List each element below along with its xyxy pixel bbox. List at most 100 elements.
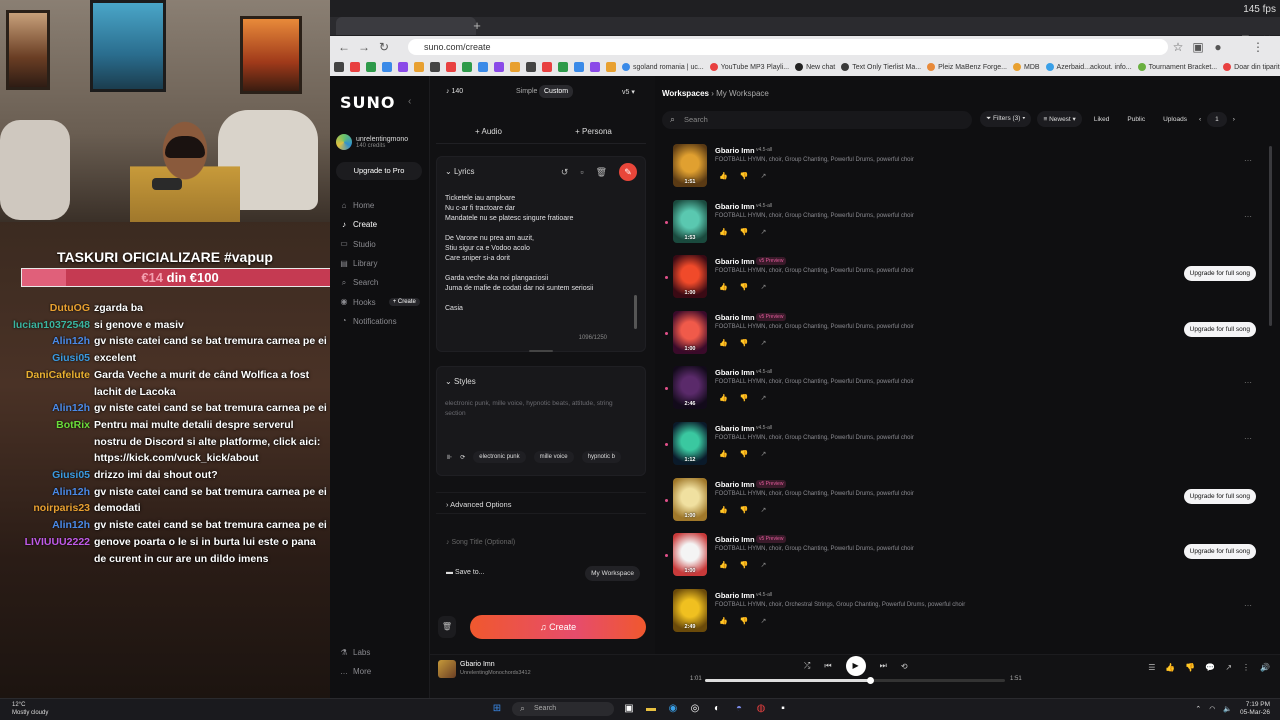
bookmark-favicon-icon[interactable] bbox=[542, 62, 552, 72]
styles-input[interactable]: electronic punk, mille voice, hypnotic b… bbox=[445, 399, 625, 419]
sidebar-item-home[interactable]: ⌂ Home bbox=[340, 196, 420, 215]
bookmark-favicon-icon[interactable] bbox=[382, 62, 392, 72]
like-icon[interactable]: 👍 bbox=[719, 394, 728, 402]
bookmark-favicon-icon[interactable] bbox=[510, 62, 520, 72]
bookmark-favicon-icon[interactable] bbox=[494, 62, 504, 72]
song-row[interactable]: 1:53 Gbario Imn v4.5-all FOOTBALL HYMN, cho… bbox=[655, 199, 1280, 256]
bookmark-favicon-icon[interactable] bbox=[446, 62, 456, 72]
share-icon[interactable]: ↗ bbox=[760, 506, 766, 514]
chat-username[interactable]: Alin12h bbox=[10, 484, 90, 501]
bookmark-item[interactable]: Text Only Tierlist Ma... bbox=[841, 63, 921, 71]
save-to-row[interactable]: ▬ Save to... My Workspace bbox=[436, 562, 646, 584]
more-icon[interactable]: ⋮ bbox=[1242, 663, 1250, 672]
advanced-options-toggle[interactable]: › Advanced Options bbox=[436, 492, 646, 514]
expand-icon[interactable]: ▫ bbox=[580, 167, 583, 177]
shuffle-icon[interactable]: ⤮ bbox=[804, 661, 810, 671]
upgrade-full-song-button[interactable]: Upgrade for full song bbox=[1183, 266, 1256, 282]
more-options-icon[interactable]: ⋯ bbox=[1244, 156, 1252, 165]
song-title[interactable]: Gbario Imn bbox=[715, 257, 755, 266]
more-options-icon[interactable]: ⋯ bbox=[1244, 434, 1252, 443]
queue-icon[interactable]: ☰ bbox=[1148, 663, 1155, 672]
chrome-icon[interactable]: ◉ bbox=[666, 702, 680, 716]
song-cover[interactable]: 1:00 bbox=[673, 477, 707, 521]
dislike-icon[interactable]: 👎 bbox=[740, 228, 749, 236]
filters-button[interactable]: ⏷ Filters (3) ▾ bbox=[980, 111, 1032, 127]
upgrade-full-song-button[interactable]: Upgrade for full song bbox=[1183, 544, 1256, 560]
song-cover[interactable]: 2:46 bbox=[673, 366, 707, 410]
bookmark-item[interactable]: YouTube MP3 Playli... bbox=[709, 63, 789, 71]
bookmark-favicon-icon[interactable] bbox=[558, 62, 568, 72]
bookmark-favicon-icon[interactable] bbox=[334, 62, 344, 72]
dislike-icon[interactable]: 👎 bbox=[740, 506, 749, 514]
obs-icon[interactable]: ◐ bbox=[710, 702, 724, 716]
weather-widget[interactable]: 12°C Mostly cloudy bbox=[12, 701, 48, 717]
song-title[interactable]: Gbario Imn bbox=[715, 202, 755, 211]
more-options-icon[interactable]: ⋯ bbox=[1244, 601, 1252, 610]
sidebar-item-notifications[interactable]: ◔ Notifications bbox=[340, 312, 420, 331]
extensions-icon[interactable]: ▣ bbox=[1190, 39, 1206, 55]
lyrics-scrollbar[interactable] bbox=[634, 295, 637, 329]
style-chip[interactable]: mille voice bbox=[533, 451, 574, 463]
lyrics-textarea[interactable]: Ticketele iau amploare Nu c-ar fi tracto… bbox=[445, 194, 625, 314]
sidebar-item-studio[interactable]: ▭ Studio bbox=[340, 235, 420, 254]
chat-username[interactable]: DaniCafelute bbox=[10, 367, 90, 400]
create-button[interactable]: ♫ Create bbox=[470, 615, 646, 639]
bookmark-item[interactable]: Tournament Bracket... bbox=[1137, 63, 1217, 71]
like-icon[interactable]: 👍 bbox=[719, 283, 728, 291]
chat-username[interactable]: LIVIUUU2222 bbox=[10, 534, 90, 567]
more-options-icon[interactable]: ⋯ bbox=[1244, 212, 1252, 221]
chat-username[interactable]: Alin12h bbox=[10, 333, 90, 350]
mode-custom-tab[interactable]: Custom bbox=[539, 85, 574, 98]
bookmark-favicon-icon[interactable] bbox=[366, 62, 376, 72]
collapse-sidebar-icon[interactable]: ‹ bbox=[408, 96, 411, 107]
start-icon[interactable]: ⊞ bbox=[490, 702, 504, 716]
undo-icon[interactable]: ↺ bbox=[561, 167, 569, 178]
song-row[interactable]: 2:46 Gbario Imn v4.5-all FOOTBALL HYMN, cho… bbox=[655, 366, 1280, 422]
mode-simple-tab[interactable]: Simple bbox=[516, 88, 537, 95]
lyrics-header[interactable]: ⌄ Lyrics bbox=[445, 167, 475, 176]
bookmark-item[interactable]: MDB bbox=[1012, 63, 1040, 71]
song-cover[interactable]: 1:00 bbox=[673, 533, 707, 577]
file-explorer-icon[interactable]: ▬ bbox=[644, 702, 658, 716]
player-progress-knob[interactable] bbox=[867, 677, 874, 684]
like-icon[interactable]: 👍 bbox=[719, 228, 728, 236]
sidebar-item-create[interactable]: ♪ Create bbox=[340, 215, 420, 234]
add-audio-button[interactable]: + Audio bbox=[436, 122, 541, 143]
next-page-icon[interactable]: › bbox=[1233, 116, 1235, 123]
discord-icon[interactable]: ◓ bbox=[732, 702, 746, 716]
song-row[interactable]: 1:00 Gbario Imn v5 Preview FOOTBALL HYMN, c… bbox=[655, 310, 1280, 367]
song-row[interactable]: 1:00 Gbario Imn v5 Preview FOOTBALL HYMN, c… bbox=[655, 533, 1280, 589]
steam-icon[interactable]: ◎ bbox=[688, 702, 702, 716]
upgrade-full-song-button[interactable]: Upgrade for full song bbox=[1183, 321, 1256, 337]
liked-filter[interactable]: Liked bbox=[1088, 112, 1116, 127]
chat-username[interactable]: Alin12h bbox=[10, 517, 90, 534]
share-icon[interactable]: ↗ bbox=[760, 228, 766, 236]
uploads-filter[interactable]: Uploads bbox=[1157, 112, 1193, 127]
app-icon[interactable]: ◍ bbox=[754, 702, 768, 716]
bookmark-favicon-icon[interactable] bbox=[462, 62, 472, 72]
sidebar-item-labs[interactable]: ⚗ Labs bbox=[340, 643, 371, 662]
like-icon[interactable]: 👍 bbox=[719, 450, 728, 458]
song-cover[interactable]: 1:00 bbox=[673, 310, 707, 354]
breadcrumb-root[interactable]: Workspaces bbox=[662, 89, 709, 98]
sidebar-item-search[interactable]: ⌕ Search bbox=[340, 273, 420, 292]
share-icon[interactable]: ↗ bbox=[760, 450, 766, 458]
shuffle-icon[interactable]: ⟳ bbox=[460, 454, 465, 461]
share-icon[interactable]: ↗ bbox=[760, 394, 766, 402]
bookmark-item[interactable]: New chat bbox=[795, 63, 835, 71]
sidebar-item-more[interactable]: … More bbox=[340, 662, 371, 681]
song-cover[interactable]: 1:00 bbox=[673, 255, 707, 299]
bookmark-favicon-icon[interactable] bbox=[574, 62, 584, 72]
style-chip[interactable]: electronic punk bbox=[473, 451, 526, 463]
public-filter[interactable]: Public bbox=[1121, 112, 1151, 127]
song-list-scrollbar[interactable] bbox=[1269, 146, 1272, 326]
player-artist[interactable]: UnrelentingMonochords3412 bbox=[460, 670, 531, 676]
player-progress[interactable] bbox=[705, 677, 1005, 684]
chat-username[interactable]: Giusi05 bbox=[10, 467, 90, 484]
chat-username[interactable]: BotRix bbox=[10, 417, 90, 467]
play-icon[interactable]: ▶ bbox=[845, 656, 866, 676]
previous-icon[interactable]: ⏮ bbox=[824, 661, 831, 671]
song-title[interactable]: Gbario Imn bbox=[715, 480, 755, 489]
repeat-icon[interactable]: ⟲ bbox=[901, 662, 908, 671]
bookmark-item[interactable]: Doar din tiparitel bbox=[1223, 63, 1280, 71]
